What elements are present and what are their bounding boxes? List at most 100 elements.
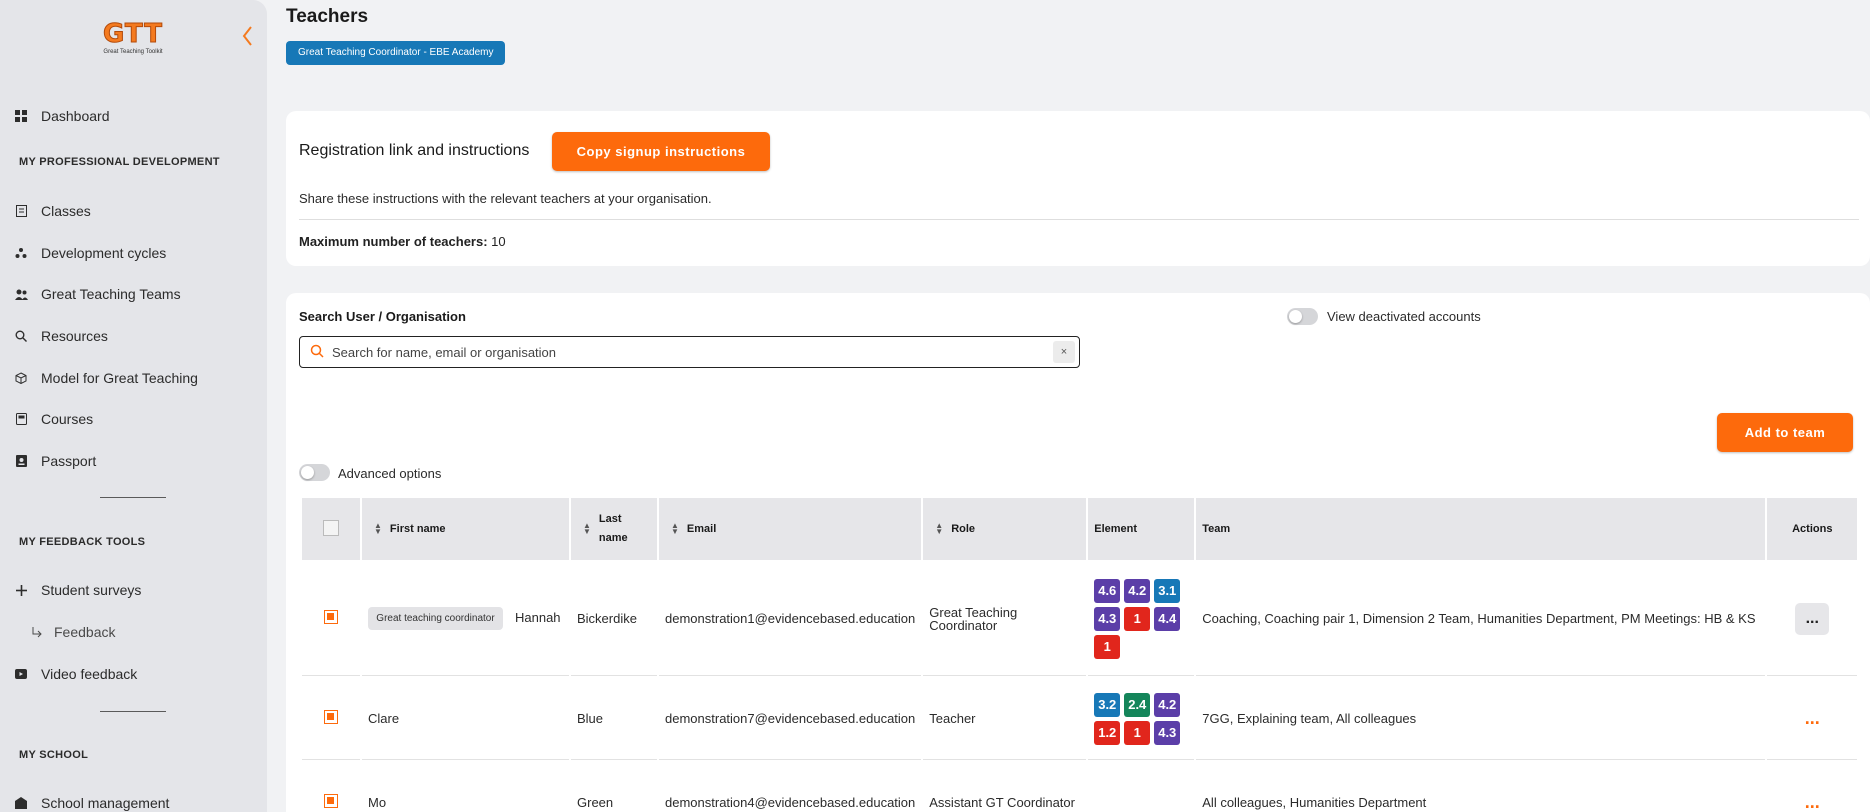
max-teachers-value: 10 xyxy=(491,234,506,249)
role-badge: Great Teaching Coordinator - EBE Academy xyxy=(286,41,506,65)
row-checkbox[interactable] xyxy=(324,710,338,724)
logo-mark: GTT xyxy=(103,19,163,49)
row-select-cell xyxy=(302,562,360,676)
advanced-options-toggle[interactable] xyxy=(299,464,330,481)
table-row: Great teaching coordinator Hannah Bickerd… xyxy=(302,562,1858,676)
column-label: Role xyxy=(951,522,976,535)
collapse-sidebar-icon[interactable] xyxy=(240,24,256,48)
select-all-checkbox[interactable] xyxy=(323,519,339,536)
sidebar-item-label: Development cycles xyxy=(41,245,167,261)
app: GTT Great Teaching Toolkit Dashboard MY … xyxy=(0,0,1870,812)
actions-cell: ... xyxy=(1767,562,1858,676)
sidebar-item-passport[interactable]: Passport xyxy=(14,451,96,471)
column-label-line: name xyxy=(598,532,628,544)
sidebar-item-label: Video feedback xyxy=(41,666,138,682)
element-chip: 1 xyxy=(1124,606,1151,631)
sidebar-item-label: Passport xyxy=(41,453,97,469)
row-select-cell xyxy=(302,678,360,760)
sidebar-item-classes[interactable]: Classes xyxy=(14,201,91,221)
add-to-team-button[interactable]: Add to team xyxy=(1717,413,1853,452)
role-cell: Assistant GT Coordinator xyxy=(923,762,1087,812)
plus-icon xyxy=(14,583,28,597)
row-checkbox[interactable] xyxy=(324,610,338,624)
sort-icon: ▲ ▼ xyxy=(374,521,382,537)
sidebar-item-courses[interactable]: Courses xyxy=(14,409,93,429)
table-row: Mo Green demonstration4@evidencebased.ed… xyxy=(302,762,1858,812)
first-name-cell: Great teaching coordinator Hannah xyxy=(362,562,569,676)
column-label: First name xyxy=(389,522,446,535)
search-label: Search User / Organisation xyxy=(299,309,466,324)
sort-icon: ▲ ▼ xyxy=(583,521,591,536)
column-actions: Actions xyxy=(1767,498,1858,560)
element-chip: 1 xyxy=(1094,634,1121,659)
team-cell: 7GG, Explaining team, All colleagues xyxy=(1196,678,1766,760)
email-cell: demonstration4@evidencebased.education xyxy=(659,762,922,812)
column-role[interactable]: ▲ ▼ Role xyxy=(923,498,1087,560)
element-chip: 4.2 xyxy=(1124,578,1151,603)
element-chip: 3.1 xyxy=(1154,578,1181,603)
last-name-cell: Green xyxy=(571,762,657,812)
first-name-cell: Mo xyxy=(362,762,569,812)
sidebar-item-video-feedback[interactable]: Video feedback xyxy=(14,664,137,684)
sidebar-item-school-management[interactable]: School management xyxy=(14,793,169,812)
classes-icon xyxy=(14,204,28,218)
page-title: Teachers xyxy=(286,6,369,27)
element-chip: 4.4 xyxy=(1154,606,1181,631)
coordinator-chip: Great teaching coordinator xyxy=(368,607,503,630)
copy-signup-instructions-button[interactable]: Copy signup instructions xyxy=(552,132,770,171)
sidebar-divider xyxy=(100,497,166,498)
sidebar-item-label: Classes xyxy=(41,203,91,219)
column-last-name[interactable]: ▲ ▼ Last name xyxy=(571,498,657,560)
dashboard-icon xyxy=(14,109,28,123)
sidebar-item-student-surveys[interactable]: Student surveys xyxy=(14,580,141,600)
select-all-header xyxy=(302,498,360,560)
table-row: Clare Blue demonstration7@evidencebased.… xyxy=(302,678,1858,760)
element-chip: 1.2 xyxy=(1094,720,1121,745)
sidebar-item-development-cycles[interactable]: Development cycles xyxy=(14,243,166,263)
element-chip: 1 xyxy=(1124,720,1151,745)
column-label: Email xyxy=(686,522,717,535)
registration-title: Registration link and instructions xyxy=(299,142,530,159)
team-icon xyxy=(14,287,28,301)
element-cell xyxy=(1088,762,1195,812)
section-title-school: MY SCHOOL xyxy=(19,749,89,761)
email-cell: demonstration7@evidencebased.education xyxy=(659,678,922,760)
section-title-feedback: MY FEEDBACK TOOLS xyxy=(19,536,146,548)
element-cell: 3.2 2.4 4.2 1.2 1 4.3 xyxy=(1088,678,1195,760)
max-teachers-label: Maximum number of teachers: xyxy=(299,234,488,249)
sidebar-item-feedback[interactable]: Feedback xyxy=(30,622,115,642)
users-card: Search User / Organisation × View deacti… xyxy=(286,293,1870,812)
search-icon xyxy=(14,329,28,343)
sidebar-item-model[interactable]: Model for Great Teaching xyxy=(14,368,198,388)
passport-icon xyxy=(14,454,28,468)
sidebar-divider xyxy=(100,711,166,712)
view-deactivated-toggle[interactable] xyxy=(1287,308,1318,325)
element-chip: 4.3 xyxy=(1094,606,1121,631)
search-input[interactable] xyxy=(332,340,1032,364)
sidebar-item-great-teaching-teams[interactable]: Great Teaching Teams xyxy=(14,284,181,304)
gtt-logo[interactable]: GTT Great Teaching Toolkit xyxy=(100,20,166,60)
logo-subtitle: Great Teaching Toolkit xyxy=(103,49,163,55)
element-chip: 2.4 xyxy=(1124,692,1151,717)
more-actions-button[interactable]: ... xyxy=(1795,602,1830,635)
column-first-name[interactable]: ▲ ▼ First name xyxy=(362,498,569,560)
sidebar-item-dashboard[interactable]: Dashboard xyxy=(14,106,110,126)
sort-icon: ▲ ▼ xyxy=(935,521,944,537)
sidebar-item-resources[interactable]: Resources xyxy=(14,326,108,346)
element-chip: 4.6 xyxy=(1094,578,1121,603)
more-actions-button[interactable]: ... xyxy=(1773,708,1851,729)
advanced-options-label: Advanced options xyxy=(338,466,442,481)
actions-cell: ... xyxy=(1767,762,1858,812)
search-icon xyxy=(310,344,324,358)
column-email[interactable]: ▲ ▼ Email xyxy=(659,498,922,560)
first-name-cell: Clare xyxy=(362,678,569,760)
sidebar-item-label: Model for Great Teaching xyxy=(41,370,198,386)
role-cell: Teacher xyxy=(923,678,1087,760)
sidebar-item-label: Dashboard xyxy=(41,108,110,124)
element-cell: 4.6 4.2 3.1 4.3 1 4.4 1 xyxy=(1088,562,1195,676)
clear-search-button[interactable]: × xyxy=(1053,341,1075,363)
more-actions-button[interactable]: ... xyxy=(1773,792,1851,812)
row-select-cell xyxy=(302,762,360,812)
section-title-pd: MY PROFESSIONAL DEVELOPMENT xyxy=(19,156,220,168)
row-checkbox[interactable] xyxy=(324,794,338,808)
